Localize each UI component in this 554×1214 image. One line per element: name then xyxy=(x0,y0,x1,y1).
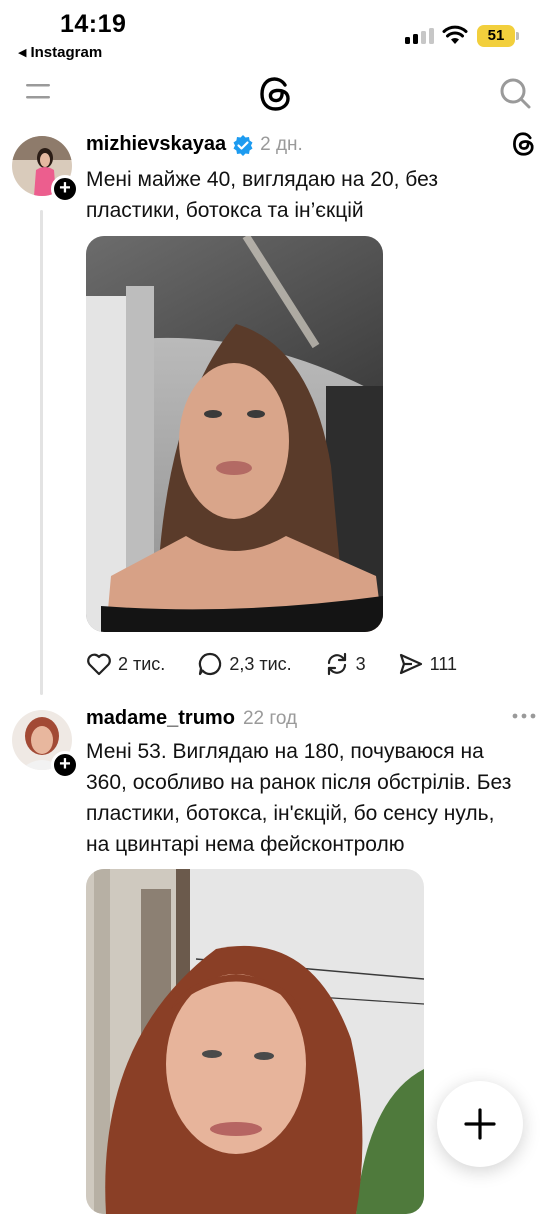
reply-count: 2,3 тис. xyxy=(229,653,292,674)
like-count: 2 тис. xyxy=(118,653,166,674)
plus-icon xyxy=(464,1108,496,1140)
post-text-line: пластики, ботокса та ін’єкцій xyxy=(86,199,364,222)
cellular-signal-icon xyxy=(405,28,434,44)
repost-icon xyxy=(327,652,346,676)
back-arrow-icon: ◀ xyxy=(18,47,27,59)
post-text-line: на цвинтарі нема фейсконтролю xyxy=(86,833,405,856)
share-count: 111 xyxy=(429,653,458,674)
hamburger-icon[interactable] xyxy=(26,82,50,102)
like-button[interactable]: 2 тис. xyxy=(86,652,165,676)
post-header: madame_trumo 22 год xyxy=(86,707,297,730)
verified-badge-icon xyxy=(233,134,253,156)
wifi-icon xyxy=(442,25,468,44)
post-text-line: 360, особливо на ранок після обстрілів. … xyxy=(86,771,512,794)
post-actions: 2 тис. 2,3 тис. 3 111 xyxy=(86,651,489,677)
threads-logo-icon[interactable] xyxy=(511,131,537,157)
follow-plus-button[interactable]: + xyxy=(51,751,79,779)
selfie-photo-image xyxy=(86,869,424,1214)
thread-line xyxy=(40,210,43,695)
heart-icon xyxy=(87,653,111,676)
reply-button[interactable]: 2,3 тис. xyxy=(197,651,292,677)
selfie-photo-image xyxy=(86,236,383,632)
back-app-label: Instagram xyxy=(30,44,103,61)
threads-logo-icon[interactable] xyxy=(257,75,295,113)
repost-count: 3 xyxy=(355,653,366,674)
post-time: 22 год xyxy=(242,707,298,729)
repost-button[interactable]: 3 xyxy=(324,651,366,677)
send-icon xyxy=(399,653,422,675)
post-header: mizhievskayaa 2 дн. xyxy=(86,133,303,156)
username[interactable]: madame_trumo xyxy=(86,707,235,730)
share-button[interactable]: 111 xyxy=(398,652,457,676)
new-post-button[interactable] xyxy=(437,1081,523,1167)
battery-nub xyxy=(516,32,519,40)
post-text-line: пластики, ботокса, ін'єкцій, бо сенсу ну… xyxy=(86,802,495,825)
post-photo[interactable] xyxy=(86,236,383,632)
post-text: Мені майже 40, виглядаю на 20, без пласт… xyxy=(86,164,536,226)
search-icon[interactable] xyxy=(498,76,532,110)
comment-icon xyxy=(199,652,222,676)
post-time: 2 дн. xyxy=(260,133,303,155)
follow-plus-button[interactable]: + xyxy=(51,175,79,203)
more-options-icon[interactable] xyxy=(511,711,537,721)
post-text-line: Мені 53. Виглядаю на 180, почуваюся на xyxy=(86,740,484,763)
status-time: 14:19 xyxy=(60,10,127,38)
back-to-app-link[interactable]: ◀ Instagram xyxy=(18,44,102,61)
post-text: Мені 53. Виглядаю на 180, почуваюся на 3… xyxy=(86,736,546,860)
post-photo[interactable] xyxy=(86,869,424,1214)
username[interactable]: mizhievskayaa xyxy=(86,133,226,156)
battery-indicator: 51 xyxy=(477,25,515,47)
post-text-line: Мені майже 40, виглядаю на 20, без xyxy=(86,168,438,191)
